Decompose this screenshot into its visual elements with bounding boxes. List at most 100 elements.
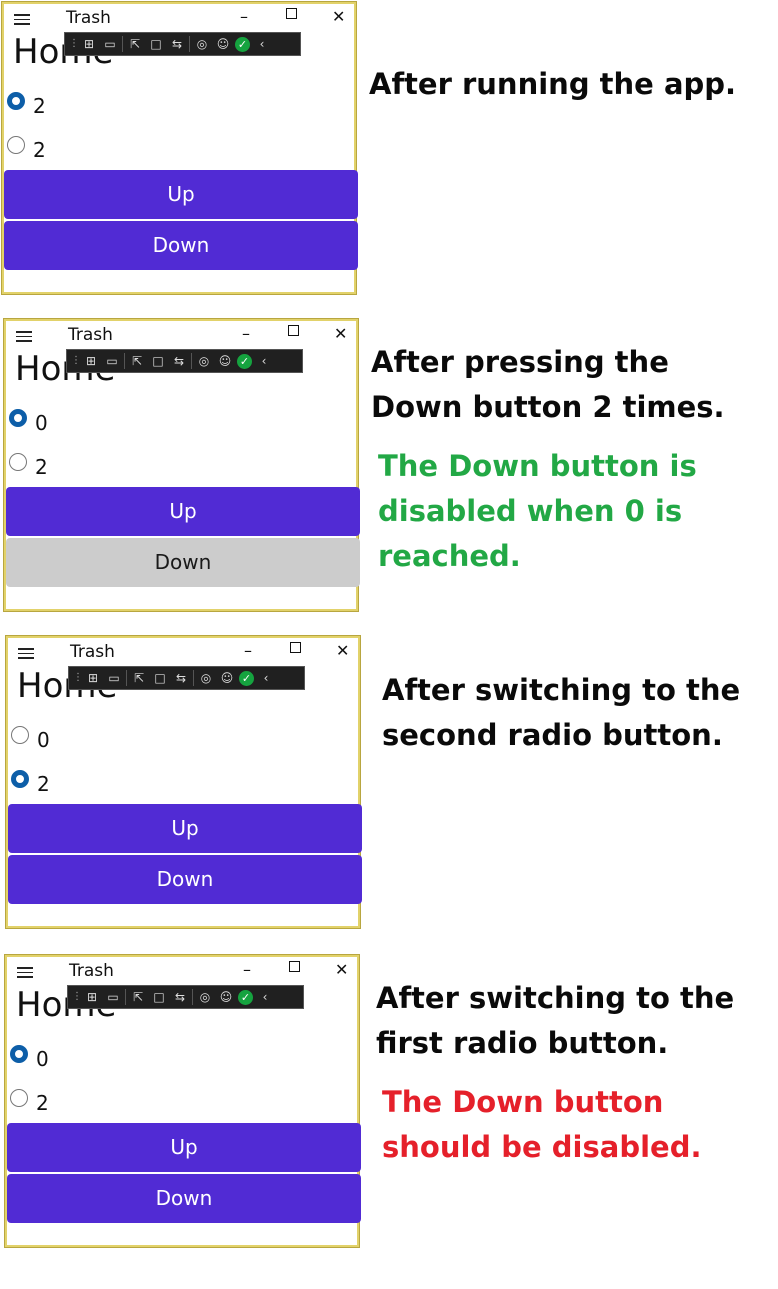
- app-window: Trash – ✕ Home ⋮ ⊞ ▭ ⇱ □ ⇆ ◎ ☺ ✓ ‹ 0 2: [5, 635, 362, 929]
- window-title: Trash: [69, 961, 114, 981]
- grip-icon[interactable]: ⋮: [73, 670, 83, 686]
- panel-2: Trash – ✕ Home ⋮ ⊞ ▭ ⇱ □ ⇆ ◎ ☺ ✓ ‹ 0 2: [0, 318, 778, 618]
- video-icon[interactable]: ▭: [101, 35, 119, 53]
- frame-icon[interactable]: □: [151, 669, 169, 687]
- close-icon[interactable]: ✕: [335, 960, 348, 979]
- title-bar: Trash – ✕: [4, 4, 354, 34]
- minimize-icon[interactable]: –: [242, 324, 250, 343]
- hot-reload-icon[interactable]: ⇆: [168, 35, 186, 53]
- radio-button[interactable]: [10, 1045, 28, 1063]
- video-icon[interactable]: ▭: [103, 352, 121, 370]
- hot-reload-icon[interactable]: ⇆: [172, 669, 190, 687]
- close-icon[interactable]: ✕: [332, 7, 345, 26]
- radio-button[interactable]: [11, 726, 29, 744]
- radio-button[interactable]: [9, 453, 27, 471]
- toolbar-divider: [125, 989, 126, 1005]
- broadcast-icon[interactable]: ◎: [196, 988, 214, 1006]
- toolbar-divider: [193, 670, 194, 686]
- broadcast-icon[interactable]: ◎: [195, 352, 213, 370]
- radio-label: 2: [35, 455, 48, 479]
- hot-reload-icon[interactable]: ⇆: [170, 352, 188, 370]
- down-button: Down: [6, 538, 360, 587]
- pointer-icon[interactable]: ⇱: [129, 988, 147, 1006]
- down-button[interactable]: Down: [7, 1174, 361, 1223]
- toolbar-divider: [189, 36, 190, 52]
- frame-icon[interactable]: □: [147, 35, 165, 53]
- up-button[interactable]: Up: [8, 804, 362, 853]
- chevron-left-icon[interactable]: ‹: [253, 35, 271, 53]
- pointer-icon[interactable]: ⇱: [126, 35, 144, 53]
- accessibility-icon[interactable]: ☺: [218, 669, 236, 687]
- select-element-icon[interactable]: ⊞: [82, 352, 100, 370]
- hot-reload-icon[interactable]: ⇆: [171, 988, 189, 1006]
- accessibility-icon[interactable]: ☺: [214, 35, 232, 53]
- checkmark-icon[interactable]: ✓: [235, 36, 250, 52]
- up-button[interactable]: Up: [7, 1123, 361, 1172]
- close-icon[interactable]: ✕: [334, 324, 347, 343]
- checkmark-icon[interactable]: ✓: [237, 353, 252, 369]
- down-button[interactable]: Down: [4, 221, 358, 270]
- select-element-icon[interactable]: ⊞: [84, 669, 102, 687]
- select-element-icon[interactable]: ⊞: [80, 35, 98, 53]
- panel-3: Trash – ✕ Home ⋮ ⊞ ▭ ⇱ □ ⇆ ◎ ☺ ✓ ‹ 0 2: [0, 635, 778, 936]
- radio-label: 0: [36, 1047, 49, 1071]
- menu-icon[interactable]: [18, 648, 34, 659]
- minimize-icon[interactable]: –: [244, 641, 252, 660]
- up-button[interactable]: Up: [4, 170, 358, 219]
- down-button[interactable]: Down: [8, 855, 362, 904]
- chevron-left-icon[interactable]: ‹: [256, 988, 274, 1006]
- radio-label: 0: [35, 411, 48, 435]
- accessibility-icon[interactable]: ☺: [216, 352, 234, 370]
- frame-icon[interactable]: □: [149, 352, 167, 370]
- checkmark-icon[interactable]: ✓: [238, 989, 253, 1005]
- broadcast-icon[interactable]: ◎: [193, 35, 211, 53]
- frame-icon[interactable]: □: [150, 988, 168, 1006]
- select-element-icon[interactable]: ⊞: [83, 988, 101, 1006]
- video-icon[interactable]: ▭: [105, 669, 123, 687]
- window-title: Trash: [68, 325, 113, 345]
- chevron-left-icon[interactable]: ‹: [257, 669, 275, 687]
- menu-icon[interactable]: [16, 331, 32, 342]
- panel-1: Trash – ✕ Home ⋮ ⊞ ▭ ⇱ □ ⇆ ◎ ☺ ✓ ‹ 2 2: [0, 0, 778, 300]
- minimize-icon[interactable]: –: [243, 960, 251, 979]
- title-bar: Trash – ✕: [8, 638, 358, 668]
- title-bar: Trash – ✕: [6, 321, 356, 351]
- maximize-icon[interactable]: [288, 325, 299, 336]
- radio-button[interactable]: [9, 409, 27, 427]
- chevron-left-icon[interactable]: ‹: [255, 352, 273, 370]
- radio-button[interactable]: [7, 136, 25, 154]
- up-button[interactable]: Up: [6, 487, 360, 536]
- grip-icon[interactable]: ⋮: [69, 36, 79, 52]
- grip-icon[interactable]: ⋮: [72, 989, 82, 1005]
- pointer-icon[interactable]: ⇱: [128, 352, 146, 370]
- radio-label: 2: [36, 1091, 49, 1115]
- menu-icon[interactable]: [17, 967, 33, 978]
- caption: After running the app.: [369, 67, 737, 101]
- maximize-icon[interactable]: [286, 8, 297, 19]
- radio-button[interactable]: [10, 1089, 28, 1107]
- maximize-icon[interactable]: [290, 642, 301, 653]
- checkmark-icon[interactable]: ✓: [239, 670, 254, 686]
- grip-icon[interactable]: ⋮: [71, 353, 81, 369]
- minimize-icon[interactable]: –: [240, 7, 248, 26]
- caption: After pressing the Down button 2 times.: [371, 345, 725, 424]
- radio-button[interactable]: [11, 770, 29, 788]
- radio-button[interactable]: [7, 92, 25, 110]
- app-window: Trash – ✕ Home ⋮ ⊞ ▭ ⇱ □ ⇆ ◎ ☺ ✓ ‹ 0 2: [4, 954, 361, 1248]
- debug-toolbar: ⋮ ⊞ ▭ ⇱ □ ⇆ ◎ ☺ ✓ ‹: [67, 985, 304, 1009]
- menu-icon[interactable]: [14, 14, 30, 25]
- window-title: Trash: [66, 8, 111, 28]
- caption: After switching to the second radio butt…: [382, 673, 741, 752]
- debug-toolbar: ⋮ ⊞ ▭ ⇱ □ ⇆ ◎ ☺ ✓ ‹: [66, 349, 303, 373]
- toolbar-divider: [124, 353, 125, 369]
- maximize-icon[interactable]: [289, 961, 300, 972]
- video-icon[interactable]: ▭: [104, 988, 122, 1006]
- pointer-icon[interactable]: ⇱: [130, 669, 148, 687]
- accessibility-icon[interactable]: ☺: [217, 988, 235, 1006]
- broadcast-icon[interactable]: ◎: [197, 669, 215, 687]
- debug-toolbar: ⋮ ⊞ ▭ ⇱ □ ⇆ ◎ ☺ ✓ ‹: [64, 32, 301, 56]
- close-icon[interactable]: ✕: [336, 641, 349, 660]
- annotation-note: The Down button is disabled when 0 is re…: [378, 449, 697, 573]
- radio-label: 2: [37, 772, 50, 796]
- annotation-note: The Down button should be disabled.: [382, 1085, 702, 1164]
